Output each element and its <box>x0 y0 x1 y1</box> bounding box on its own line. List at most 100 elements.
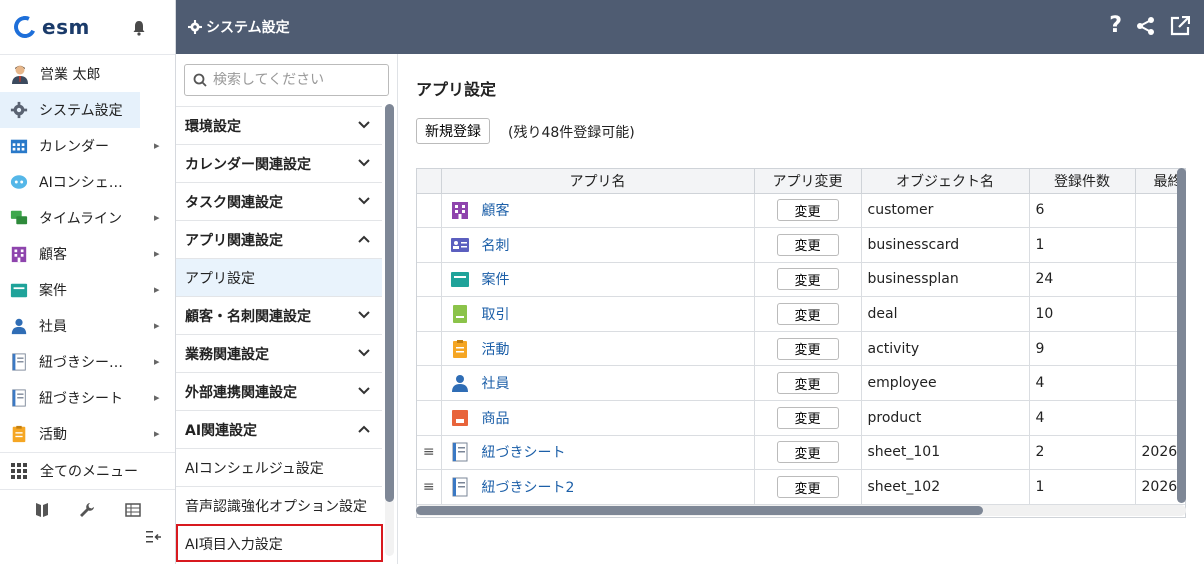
table-icon[interactable] <box>124 503 141 517</box>
table-row: 商品 変更 product 4 <box>417 400 1185 436</box>
change-button[interactable]: 変更 <box>776 441 839 464</box>
change-button[interactable]: 変更 <box>776 303 839 326</box>
book-icon[interactable] <box>35 502 49 518</box>
nav-item-customer[interactable]: 顧客 ▸ <box>0 236 175 272</box>
chevron-down-icon <box>358 387 370 395</box>
help-icon[interactable]: ? <box>1109 15 1122 37</box>
calendar-icon <box>10 139 28 154</box>
top-header: システム設定 ? <box>176 0 1204 54</box>
table-header-row: アプリ名 アプリ変更 オブジェクト名 登録件数 最終 <box>417 169 1185 194</box>
menu-label: 音声認識強化オプション設定 <box>185 498 367 515</box>
count-cell: 1 <box>1029 469 1136 505</box>
menu-label: アプリ設定 <box>185 270 255 287</box>
chevron-right-icon: ▸ <box>154 391 160 404</box>
change-button[interactable]: 変更 <box>776 268 839 291</box>
remaining-count: (残り48件登録可能) <box>508 125 635 141</box>
column-header[interactable]: アプリ変更 <box>754 169 862 194</box>
nav-item-linked-sheet-2[interactable]: 紐づきシート ▸ <box>0 380 175 416</box>
settings-menu-panel: 環境設定 カレンダー関連設定 タスク関連設定 アプリ関連設定 アプリ設定 顧客・… <box>176 54 398 564</box>
menu-item-ai-concierge[interactable]: AIコンシェルジュ設定 <box>176 448 382 486</box>
change-button[interactable]: 変更 <box>776 406 839 429</box>
drag-handle-icon[interactable]: ≡ <box>417 469 442 505</box>
wrench-icon[interactable] <box>79 502 95 518</box>
handle-header <box>417 169 442 194</box>
table-horizontal-scrollbar[interactable] <box>416 505 1186 516</box>
nav-item-activity[interactable]: 活動 ▸ <box>0 416 175 452</box>
clipboard-icon <box>12 425 26 443</box>
grid-icon <box>11 463 27 479</box>
change-button[interactable]: 変更 <box>776 372 839 395</box>
chat-icon <box>10 210 28 225</box>
chevron-right-icon: ▸ <box>154 247 160 260</box>
menu-group-external[interactable]: 外部連携関連設定 <box>176 372 382 410</box>
menu-item-voice-option[interactable]: 音声認識強化オプション設定 <box>176 486 382 524</box>
nav-item-linked-sheet-1[interactable]: 紐づきシー… ▸ <box>0 344 175 380</box>
nav-item-system-settings[interactable]: システム設定 <box>0 92 140 128</box>
count-cell: 10 <box>1029 296 1136 332</box>
sheet-icon <box>452 477 467 497</box>
all-menu-button[interactable]: 全てのメニュー <box>0 452 175 490</box>
change-button[interactable]: 変更 <box>776 476 839 499</box>
app-name-link[interactable]: 社員 <box>482 373 510 393</box>
table-vertical-scrollbar[interactable] <box>1177 168 1186 503</box>
menu-label: アプリ関連設定 <box>185 232 283 249</box>
scrollbar-thumb[interactable] <box>385 104 394 502</box>
menu-item-ai-field-input[interactable]: AI項目入力設定 <box>176 524 383 562</box>
external-link-icon[interactable] <box>1170 16 1190 36</box>
menu-group-task[interactable]: タスク関連設定 <box>176 182 382 220</box>
object-name-cell: employee <box>861 365 1030 402</box>
app-name-link[interactable]: 紐づきシート2 <box>482 477 575 497</box>
menu-group-business[interactable]: 業務関連設定 <box>176 334 382 372</box>
nav-item-timeline[interactable]: タイムライン ▸ <box>0 200 175 236</box>
chevron-right-icon: ▸ <box>154 211 160 224</box>
change-button[interactable]: 変更 <box>776 233 839 256</box>
app-name-link[interactable]: 活動 <box>482 339 510 359</box>
nav-item-project[interactable]: 案件 ▸ <box>0 272 175 308</box>
nav-item-ai-concierge[interactable]: AIコンシェ… <box>0 164 175 200</box>
drag-handle-cell <box>417 365 442 402</box>
menu-group-environment[interactable]: 環境設定 <box>176 106 382 144</box>
change-button[interactable]: 変更 <box>776 337 839 360</box>
nav-item-employee[interactable]: 社員 ▸ <box>0 308 175 344</box>
menu-group-ai[interactable]: AI関連設定 <box>176 410 382 448</box>
person-icon <box>11 318 27 335</box>
table-row: 顧客 変更 customer 6 <box>417 193 1185 229</box>
nav-label: カレンダー <box>39 139 109 155</box>
nav-label: 社員 <box>39 319 67 335</box>
column-header[interactable]: アプリ名 <box>441 169 755 194</box>
all-menu-label: 全てのメニュー <box>40 464 138 480</box>
app-name-link[interactable]: 案件 <box>482 269 510 289</box>
search-input[interactable] <box>213 72 373 88</box>
collapse-menu-icon[interactable] <box>146 530 162 548</box>
app-name-link[interactable]: 名刺 <box>482 235 510 255</box>
app-name-link[interactable]: 顧客 <box>482 200 510 220</box>
scrollbar-thumb[interactable] <box>416 506 983 515</box>
drag-handle-icon[interactable]: ≡ <box>417 435 442 471</box>
change-button[interactable]: 変更 <box>776 199 839 222</box>
menu-label: AI関連設定 <box>185 422 258 439</box>
menu-group-app[interactable]: アプリ関連設定 <box>176 220 382 258</box>
user-profile[interactable]: 営業 太郎 <box>0 54 175 92</box>
table-row: 案件 変更 businessplan 24 <box>417 262 1185 298</box>
new-register-button[interactable]: 新規登録 <box>416 118 490 144</box>
chevron-up-icon <box>358 425 370 433</box>
menu-item-app-settings[interactable]: アプリ設定 <box>176 258 382 296</box>
app-name-link[interactable]: 商品 <box>482 408 510 428</box>
column-header[interactable]: オブジェクト名 <box>861 169 1030 194</box>
settings-scrollbar[interactable] <box>385 104 394 556</box>
chevron-down-icon <box>358 311 370 319</box>
nav-item-calendar[interactable]: カレンダー ▸ <box>0 128 175 164</box>
building-icon <box>451 202 468 220</box>
share-icon[interactable] <box>1136 16 1156 36</box>
table-row: 取引 変更 deal 10 <box>417 296 1185 332</box>
folder-icon <box>10 283 28 298</box>
sheet-icon <box>452 442 467 462</box>
column-header[interactable]: 登録件数 <box>1029 169 1136 194</box>
app-name-link[interactable]: 紐づきシート <box>482 442 566 462</box>
app-name-link[interactable]: 取引 <box>482 304 510 324</box>
bell-icon[interactable] <box>131 20 147 36</box>
object-name-cell: customer <box>861 193 1030 229</box>
menu-group-calendar[interactable]: カレンダー関連設定 <box>176 144 382 182</box>
menu-group-customer-card[interactable]: 顧客・名刺関連設定 <box>176 296 382 334</box>
sheet-icon <box>12 353 26 371</box>
